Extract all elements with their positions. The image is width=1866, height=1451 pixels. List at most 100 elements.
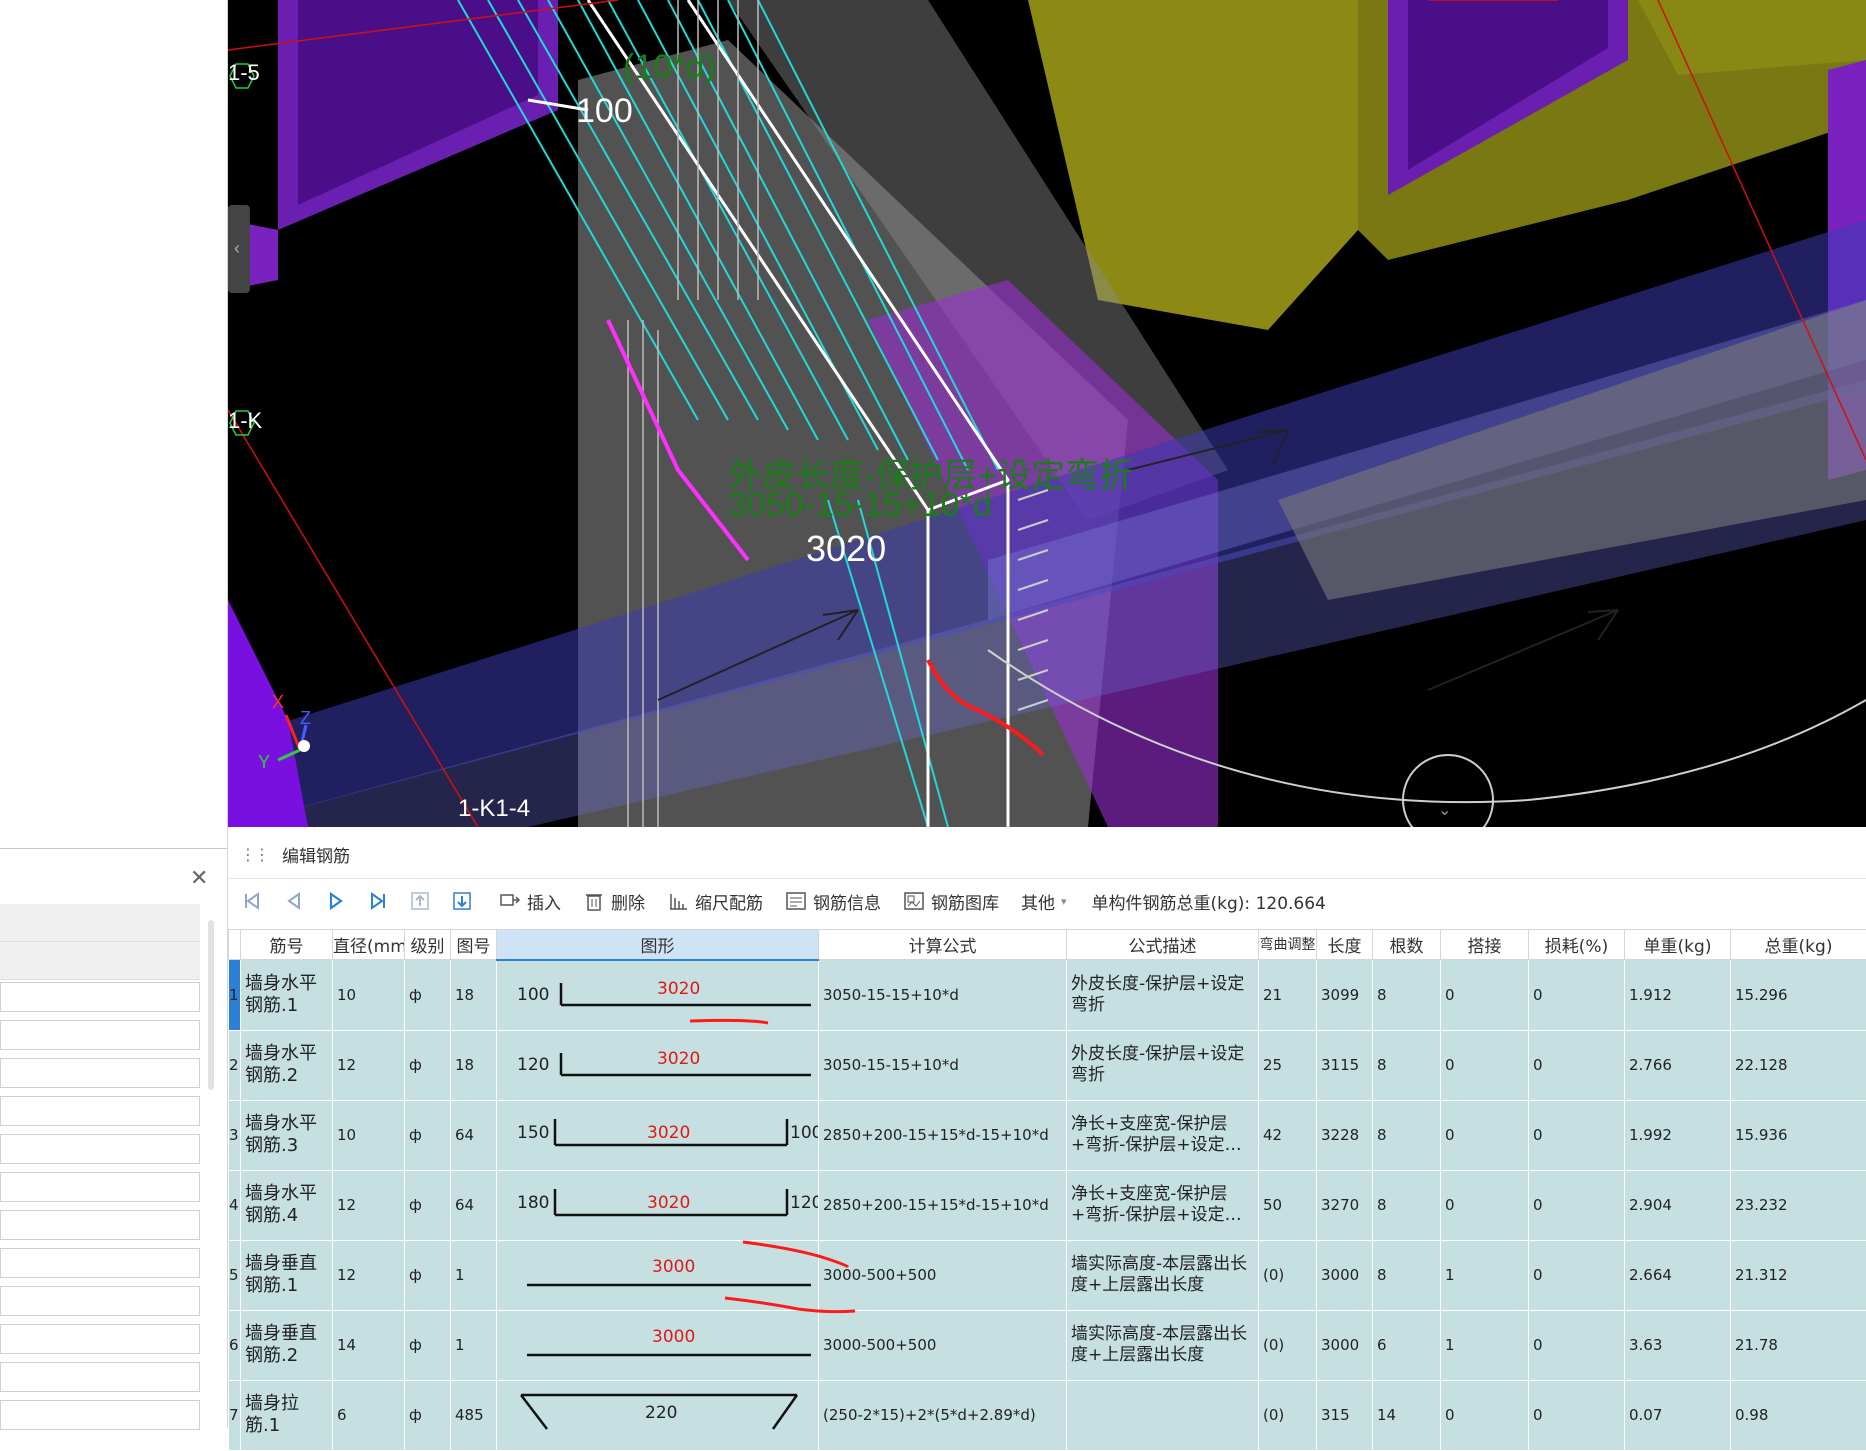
table-row[interactable]: 1墙身水平钢筋.110ф1810030203050-15-15+10*d外皮长度…	[229, 960, 1866, 1031]
shape-cell[interactable]: 1203020	[497, 1030, 819, 1100]
diameter-cell[interactable]: 12	[333, 1240, 405, 1310]
property-input[interactable]	[0, 982, 200, 1012]
length-cell[interactable]: 3115	[1317, 1030, 1373, 1100]
unit-weight-cell[interactable]: 3.63	[1625, 1310, 1731, 1380]
unit-weight-cell[interactable]: 2.904	[1625, 1170, 1731, 1240]
table-row[interactable]: 5墙身垂直钢筋.112ф130003000-500+500墙实际高度-本层露出长…	[229, 1240, 1866, 1310]
column-header[interactable]: 图号	[451, 930, 497, 960]
unit-weight-cell[interactable]: 1.992	[1625, 1100, 1731, 1170]
property-input[interactable]	[0, 1286, 200, 1316]
formula-cell[interactable]: 2850+200-15+15*d-15+10*d	[819, 1170, 1067, 1240]
diameter-cell[interactable]: 6	[333, 1380, 405, 1450]
shape-cell[interactable]: 1803020120	[497, 1170, 819, 1240]
rebar-name-cell[interactable]: 墙身水平钢筋.2	[241, 1030, 333, 1100]
total-weight-cell[interactable]: 21.78	[1731, 1310, 1866, 1380]
lap-cell[interactable]: 0	[1441, 1380, 1529, 1450]
length-cell[interactable]: 3228	[1317, 1100, 1373, 1170]
column-header[interactable]: 总重(kg)	[1731, 930, 1866, 960]
chevron-down-icon[interactable]: ⌄	[1438, 800, 1451, 820]
column-header[interactable]: 计算公式	[819, 930, 1067, 960]
length-cell[interactable]: 3000	[1317, 1310, 1373, 1380]
lap-cell[interactable]: 0	[1441, 1030, 1529, 1100]
total-weight-cell[interactable]: 15.296	[1731, 960, 1866, 1031]
table-row[interactable]: 2墙身水平钢筋.212ф1812030203050-15-15+10*d外皮长度…	[229, 1030, 1866, 1100]
total-weight-cell[interactable]: 0.98	[1731, 1380, 1866, 1450]
column-header[interactable]: 弯曲调整	[1259, 930, 1317, 960]
loss-cell[interactable]: 0	[1529, 1380, 1625, 1450]
column-header[interactable]: 根数	[1373, 930, 1441, 960]
diameter-cell[interactable]: 10	[333, 1100, 405, 1170]
property-input[interactable]	[0, 1400, 200, 1430]
table-row[interactable]: 3墙身水平钢筋.310ф6415030201002850+200-15+15*d…	[229, 1100, 1866, 1170]
row-number[interactable]: 2	[229, 1030, 241, 1100]
bend-adjust-cell[interactable]: (0)	[1259, 1240, 1317, 1310]
bend-adjust-cell[interactable]: 25	[1259, 1030, 1317, 1100]
formula-cell[interactable]: 3050-15-15+10*d	[819, 960, 1067, 1031]
lap-cell[interactable]: 1	[1441, 1310, 1529, 1380]
move-up-icon[interactable]	[406, 887, 434, 915]
lap-cell[interactable]: 1	[1441, 1240, 1529, 1310]
other-menu-button[interactable]: 其他 ▾	[1012, 885, 1076, 917]
property-input[interactable]	[0, 1210, 200, 1240]
row-number[interactable]: 6	[229, 1310, 241, 1380]
figure-number-cell[interactable]: 64	[451, 1100, 497, 1170]
grade-cell[interactable]: ф	[405, 1240, 451, 1310]
property-input[interactable]	[0, 1362, 200, 1392]
diameter-cell[interactable]: 12	[333, 1030, 405, 1100]
rebar-name-cell[interactable]: 墙身水平钢筋.1	[241, 960, 333, 1031]
count-cell[interactable]: 6	[1373, 1310, 1441, 1380]
column-header[interactable]	[229, 930, 241, 960]
property-input[interactable]	[0, 1324, 200, 1354]
formula-description-cell[interactable]: 墙实际高度-本层露出长度+上层露出长度	[1067, 1240, 1259, 1310]
property-input[interactable]	[0, 1020, 200, 1050]
count-cell[interactable]: 8	[1373, 1100, 1441, 1170]
count-cell[interactable]: 8	[1373, 960, 1441, 1031]
loss-cell[interactable]: 0	[1529, 1100, 1625, 1170]
formula-description-cell[interactable]: 净长+支座宽-保护层+弯折-保护层+设定…	[1067, 1170, 1259, 1240]
property-input[interactable]	[0, 1096, 200, 1126]
close-icon[interactable]: ✕	[190, 866, 208, 891]
column-header[interactable]: 搭接	[1441, 930, 1529, 960]
table-row[interactable]: 4墙身水平钢筋.412ф6418030201202850+200-15+15*d…	[229, 1170, 1866, 1240]
length-cell[interactable]: 3270	[1317, 1170, 1373, 1240]
length-cell[interactable]: 315	[1317, 1380, 1373, 1450]
column-header[interactable]: 筋号	[241, 930, 333, 960]
scale-rebar-button[interactable]: 缩尺配筋	[658, 885, 772, 917]
rebar-name-cell[interactable]: 墙身垂直钢筋.1	[241, 1240, 333, 1310]
row-number[interactable]: 3	[229, 1100, 241, 1170]
formula-cell[interactable]: 3000-500+500	[819, 1240, 1067, 1310]
count-cell[interactable]: 8	[1373, 1240, 1441, 1310]
drag-grip-icon[interactable]: ⋮⋮	[240, 845, 268, 864]
loss-cell[interactable]: 0	[1529, 1030, 1625, 1100]
grade-cell[interactable]: ф	[405, 1100, 451, 1170]
last-record-icon[interactable]	[364, 887, 392, 915]
unit-weight-cell[interactable]: 2.664	[1625, 1240, 1731, 1310]
bend-adjust-cell[interactable]: 50	[1259, 1170, 1317, 1240]
lap-cell[interactable]: 0	[1441, 1170, 1529, 1240]
formula-cell[interactable]: 3050-15-15+10*d	[819, 1030, 1067, 1100]
column-header[interactable]: 直径(mm)	[333, 930, 405, 960]
bend-adjust-cell[interactable]: 21	[1259, 960, 1317, 1031]
grade-cell[interactable]: ф	[405, 960, 451, 1031]
grade-cell[interactable]: ф	[405, 1310, 451, 1380]
loss-cell[interactable]: 0	[1529, 1240, 1625, 1310]
loss-cell[interactable]: 0	[1529, 960, 1625, 1031]
count-cell[interactable]: 8	[1373, 1170, 1441, 1240]
unit-weight-cell[interactable]: 1.912	[1625, 960, 1731, 1031]
first-record-icon[interactable]	[238, 887, 266, 915]
panel-scrollbar[interactable]	[208, 920, 214, 1090]
formula-cell[interactable]: 2850+200-15+15*d-15+10*d	[819, 1100, 1067, 1170]
formula-description-cell[interactable]: 外皮长度-保护层+设定弯折	[1067, 960, 1259, 1031]
figure-number-cell[interactable]: 18	[451, 960, 497, 1031]
total-weight-cell[interactable]: 15.936	[1731, 1100, 1866, 1170]
bend-adjust-cell[interactable]: (0)	[1259, 1380, 1317, 1450]
column-header[interactable]: 单重(kg)	[1625, 930, 1731, 960]
rebar-info-button[interactable]: 钢筋信息	[776, 885, 890, 917]
total-weight-cell[interactable]: 23.232	[1731, 1170, 1866, 1240]
diameter-cell[interactable]: 10	[333, 960, 405, 1031]
rebar-name-cell[interactable]: 墙身垂直钢筋.2	[241, 1310, 333, 1380]
column-header[interactable]: 长度	[1317, 930, 1373, 960]
figure-number-cell[interactable]: 1	[451, 1240, 497, 1310]
total-weight-cell[interactable]: 21.312	[1731, 1240, 1866, 1310]
formula-description-cell[interactable]: 净长+支座宽-保护层+弯折-保护层+设定…	[1067, 1100, 1259, 1170]
